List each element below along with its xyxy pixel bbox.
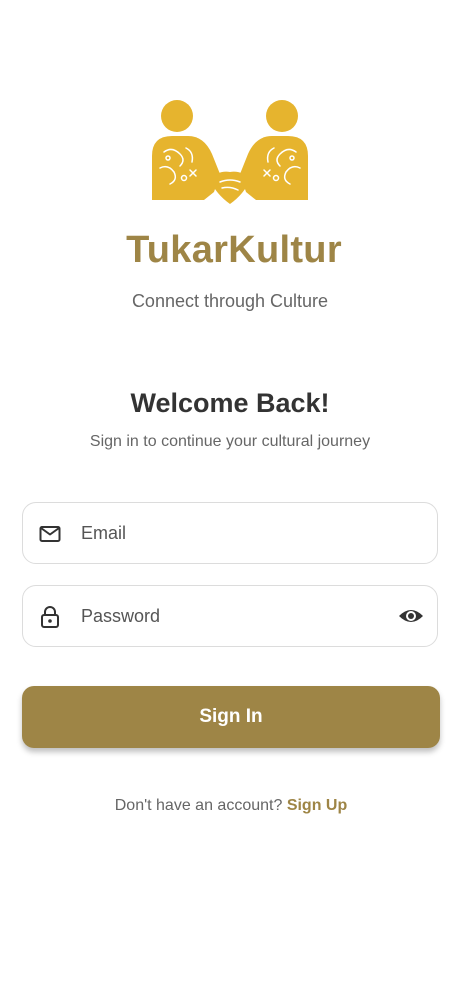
welcome-title: Welcome Back!	[130, 388, 330, 418]
signup-prompt: Don't have an account? Sign Up	[0, 797, 462, 815]
sign-in-label: Sign In	[199, 706, 263, 727]
email-input[interactable]	[81, 503, 381, 563]
email-field[interactable]	[22, 502, 438, 564]
password-field[interactable]	[22, 585, 438, 647]
welcome-subtitle: Sign in to continue your cultural journe…	[89, 433, 371, 450]
app-name: TukarKultur	[126, 229, 342, 271]
lock-icon	[41, 606, 59, 628]
password-input[interactable]	[81, 586, 381, 646]
sign-in-button[interactable]: Sign In	[22, 686, 440, 748]
handshake-logo-icon	[152, 100, 308, 204]
app-tagline: Connect through Culture	[131, 291, 329, 311]
eye-icon[interactable]	[397, 604, 425, 628]
signup-prompt-text: Don't have an account?	[114, 797, 283, 814]
sign-up-link[interactable]: Sign Up	[287, 797, 347, 814]
login-screen: TukarKultur Connect through Culture Welc…	[0, 0, 468, 992]
mail-icon	[39, 526, 61, 542]
